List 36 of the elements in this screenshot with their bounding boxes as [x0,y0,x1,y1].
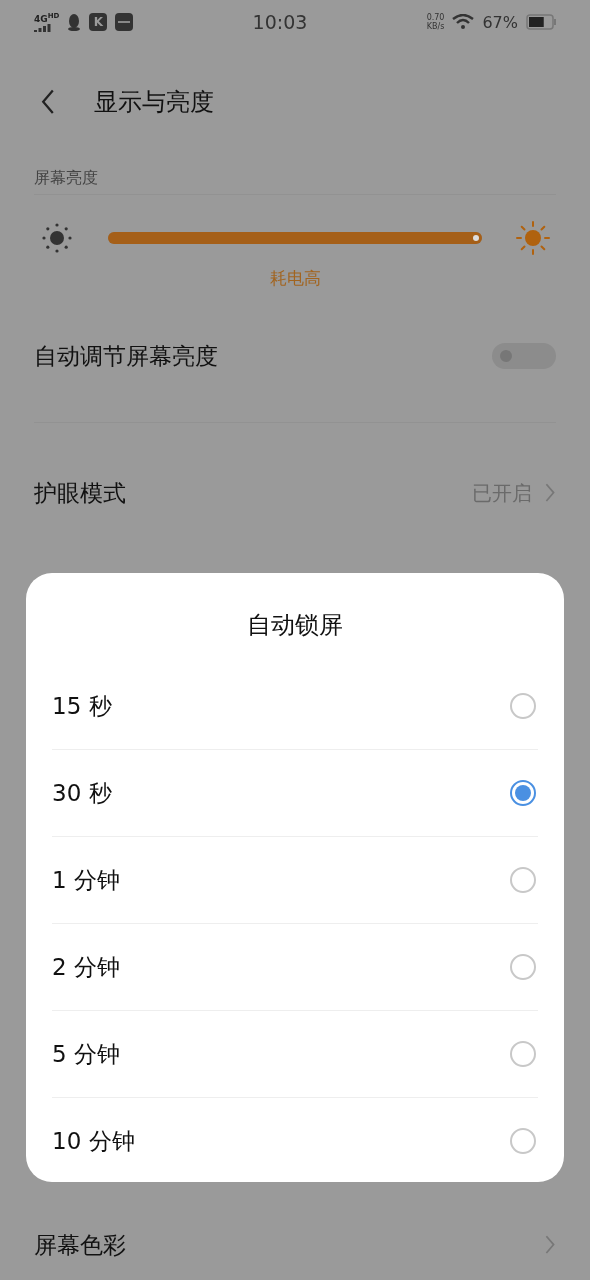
option-label[interactable]: 2 分钟 [52,951,120,983]
app-icon: K [89,13,108,31]
network-speed: 0.70 KB/s [426,13,445,31]
toggle-switch[interactable] [492,343,556,369]
option-label[interactable]: 5 分钟 [52,1038,120,1070]
chevron-right-icon [544,1235,556,1255]
video-app-icon [115,13,134,31]
chevron-right-icon [544,483,556,503]
battery-icon [526,14,556,30]
back-icon[interactable] [40,89,56,115]
penguin-icon [67,13,82,31]
signal-icon [34,24,52,32]
dim-sun-icon [40,221,74,255]
page-title: 显示与亮度 [94,87,214,118]
radio-button[interactable] [510,1041,536,1067]
setting-label: 自动调节屏幕亮度 [34,341,218,371]
radio-button[interactable] [510,867,536,893]
section-header: 屏幕亮度 [34,160,556,195]
option-label[interactable]: 10 分钟 [52,1125,135,1157]
setting-label: 护眼模式 [34,478,126,508]
clock: 10:03 [252,11,308,33]
radio-button[interactable] [510,954,536,980]
bright-sun-icon [516,221,550,255]
radio-button[interactable] [510,780,536,806]
brightness-hint: 耗电高 [269,268,321,288]
setting-label: 屏幕色彩 [34,1230,126,1260]
brightness-slider[interactable] [108,232,482,244]
radio-button[interactable] [510,1128,536,1154]
network-label: 4G$^{HD}$ [34,12,60,24]
battery-percent: 67% [482,12,518,32]
radio-button[interactable] [510,693,536,719]
option-label[interactable]: 15 秒 [52,690,112,722]
option-label[interactable]: 1 分钟 [52,864,120,896]
dialog-title: 自动锁屏 [247,611,343,639]
wifi-icon [452,14,475,30]
option-label[interactable]: 30 秒 [52,777,112,809]
